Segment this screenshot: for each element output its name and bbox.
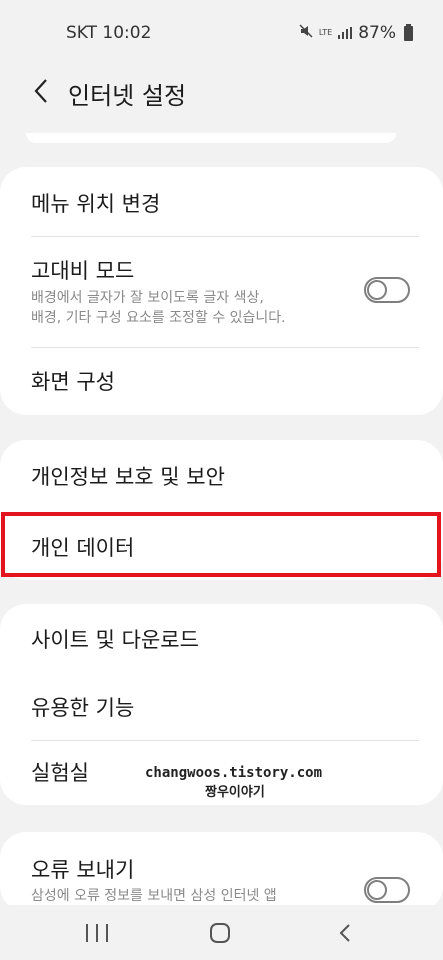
high-contrast-item[interactable]: 고대비 모드 배경에서 글자가 잘 보이도록 글자 색상, 배경, 기타 구성 … bbox=[0, 237, 443, 348]
high-contrast-desc-1: 배경에서 글자가 잘 보이도록 글자 색상, bbox=[31, 290, 264, 306]
watermark: changwoos.tistory.com 짱우이야기 bbox=[145, 765, 345, 800]
toggle-knob bbox=[367, 880, 387, 900]
chevron-left-icon bbox=[34, 79, 47, 103]
recents-button[interactable] bbox=[86, 924, 108, 942]
chevron-left-icon bbox=[339, 924, 350, 942]
sites-downloads-item[interactable]: 사이트 및 다운로드 bbox=[0, 604, 443, 672]
status-icons: LTE 87% bbox=[299, 23, 413, 43]
screen-layout-item[interactable]: 화면 구성 bbox=[0, 348, 443, 415]
high-contrast-label: 고대비 모드 bbox=[31, 259, 135, 283]
carrier-time: SKT 10:02 bbox=[66, 23, 152, 43]
error-report-item[interactable]: 오류 보내기 삼성에 오류 정보를 보내면 삼성 인터넷 앱 bbox=[0, 832, 443, 912]
watermark-url: changwoos.tistory.com bbox=[145, 765, 323, 781]
mute-icon bbox=[299, 24, 313, 42]
privacy-security-label: 개인정보 보호 및 보안 bbox=[31, 465, 225, 489]
status-bar: SKT 10:02 LTE 87% bbox=[0, 0, 443, 66]
sites-downloads-label: 사이트 및 다운로드 bbox=[31, 628, 199, 652]
battery-icon bbox=[404, 23, 413, 41]
previous-card-edge bbox=[26, 133, 396, 143]
app-header: 인터넷 설정 bbox=[0, 66, 443, 120]
error-report-desc: 삼성에 오류 정보를 보내면 삼성 인터넷 앱 bbox=[31, 888, 277, 904]
high-contrast-toggle[interactable] bbox=[364, 277, 410, 303]
back-button[interactable] bbox=[26, 76, 56, 106]
battery-percent: 87% bbox=[358, 23, 396, 43]
labs-label: 실험실 bbox=[31, 761, 89, 785]
home-button[interactable] bbox=[210, 923, 230, 943]
watermark-name: 짱우이야기 bbox=[205, 785, 265, 800]
page-title: 인터넷 설정 bbox=[68, 82, 187, 110]
useful-features-item[interactable]: 유용한 기능 bbox=[0, 672, 443, 740]
feedback-card: 오류 보내기 삼성에 오류 정보를 보내면 삼성 인터넷 앱 bbox=[0, 832, 443, 912]
navigation-bar bbox=[0, 905, 443, 960]
privacy-security-item[interactable]: 개인정보 보호 및 보안 bbox=[0, 440, 443, 510]
toggle-knob bbox=[367, 280, 387, 300]
menu-position-item[interactable]: 메뉴 위치 변경 bbox=[0, 167, 443, 237]
menu-position-label: 메뉴 위치 변경 bbox=[31, 192, 161, 216]
screen-layout-label: 화면 구성 bbox=[31, 370, 115, 394]
error-report-label: 오류 보내기 bbox=[31, 858, 135, 882]
useful-features-label: 유용한 기능 bbox=[31, 696, 135, 720]
signal-icon bbox=[338, 27, 353, 39]
high-contrast-desc-2: 배경, 기타 구성 요소를 조정할 수 있습니다. bbox=[31, 310, 286, 326]
display-settings-card: 메뉴 위치 변경 고대비 모드 배경에서 글자가 잘 보이도록 글자 색상, 배… bbox=[0, 167, 443, 415]
highlight-box bbox=[1, 512, 441, 577]
lte-indicator: LTE bbox=[318, 28, 333, 37]
error-report-toggle[interactable] bbox=[364, 877, 410, 903]
nav-back-button[interactable] bbox=[334, 921, 356, 945]
